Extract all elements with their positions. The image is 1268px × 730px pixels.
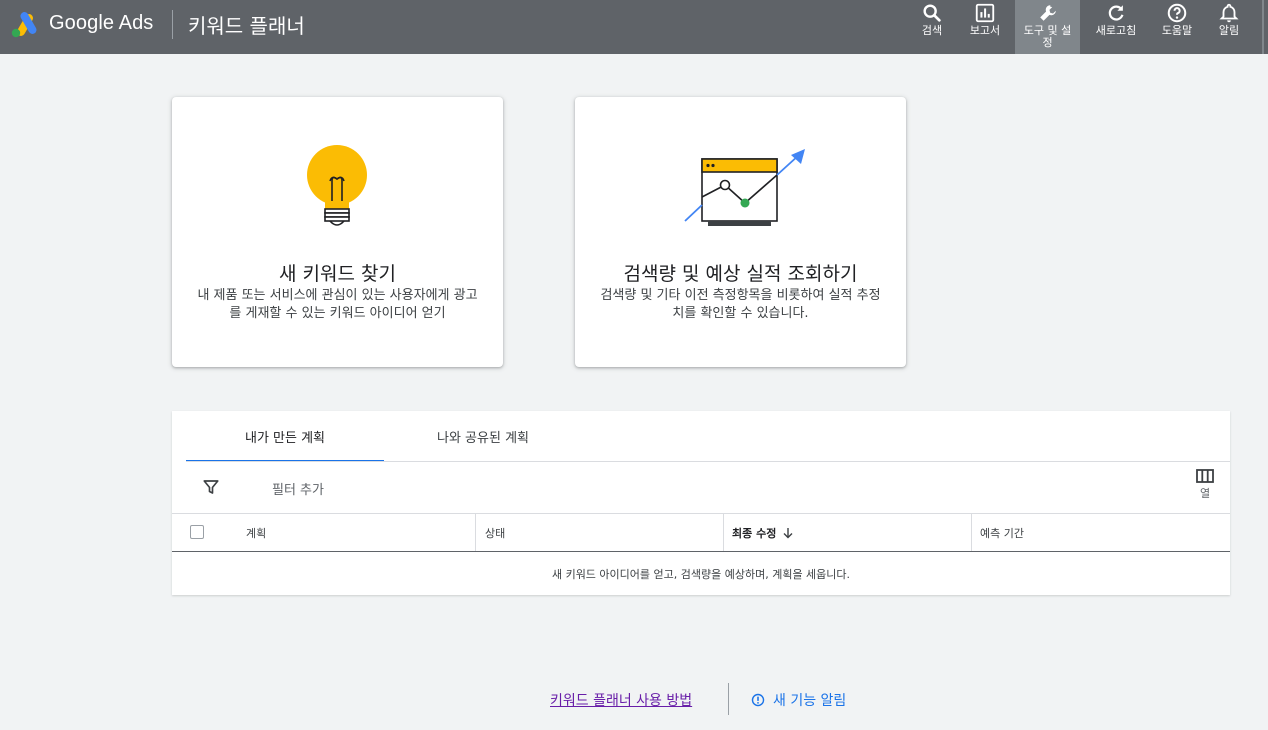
header-notifications-button[interactable]: 알림 (1211, 0, 1247, 54)
top-bar: Google Ads 키워드 플래너 검색 보고서 도구 및 설정 새로고침 도… (0, 0, 1268, 54)
discover-keywords-description: 내 제품 또는 서비스에 관심이 있는 사용자에게 광고를 게재할 수 있는 키… (197, 288, 478, 321)
sort-descending-icon (783, 527, 793, 538)
footer-divider (728, 683, 729, 715)
filter-icon[interactable] (202, 478, 220, 496)
table-header-row: 계획 상태 최종 수정 예측 기간 (172, 514, 1230, 552)
tab-my-plans[interactable]: 내가 만든 계획 (186, 411, 384, 462)
header-help-button[interactable]: 도움말 (1156, 0, 1198, 54)
forecast-volume-description: 검색량 및 기타 이전 측정항목을 비롯하여 실적 추정치를 확인할 수 있습니… (600, 288, 881, 321)
column-header-status[interactable]: 상태 (477, 514, 505, 551)
columns-icon (1196, 469, 1214, 483)
header-reports-button[interactable]: 보고서 (962, 0, 1008, 54)
whats-new-link[interactable]: 새 기능 알림 (751, 690, 846, 710)
last-modified-label: 최종 수정 (732, 526, 777, 540)
wrench-icon (1039, 5, 1056, 21)
how-to-use-link[interactable]: 키워드 플래너 사용 방법 (550, 690, 692, 710)
brand-name: Google Ads (49, 12, 154, 34)
column-header-forecast-period[interactable]: 예측 기간 (972, 514, 1024, 551)
header-search-label: 검색 (921, 24, 943, 37)
header-notifications-label: 알림 (1218, 24, 1240, 37)
google-ads-logo-icon[interactable] (10, 12, 40, 38)
header-tools-label: 도구 및 설정 (1023, 24, 1072, 49)
column-header-plan[interactable]: 계획 (238, 514, 266, 551)
column-separator (475, 514, 476, 551)
new-feature-icon (751, 693, 765, 707)
plans-panel: 내가 만든 계획 나와 공유된 계획 필터 추가 열 계획 상태 최종 수정 예… (172, 411, 1230, 595)
header-refresh-button[interactable]: 새로고침 (1090, 0, 1142, 54)
header-edge (1262, 0, 1264, 54)
columns-button[interactable]: 열 (1192, 469, 1218, 507)
header-tools-button[interactable]: 도구 및 설정 (1015, 0, 1080, 54)
add-filter-button[interactable]: 필터 추가 (272, 479, 324, 498)
forecast-volume-card[interactable]: 검색량 및 예상 실적 조회하기 검색량 및 기타 이전 측정항목을 비롯하여 … (575, 97, 906, 367)
reports-icon (975, 3, 995, 23)
tab-shared-plans[interactable]: 나와 공유된 계획 (384, 411, 582, 462)
column-header-last-modified[interactable]: 최종 수정 (724, 514, 794, 551)
page-title: 키워드 플래너 (188, 14, 305, 38)
search-icon (923, 4, 941, 22)
help-icon (1167, 3, 1187, 23)
trend-chart-icon (684, 149, 805, 226)
select-all-checkbox[interactable] (190, 525, 204, 539)
discover-keywords-title: 새 키워드 찾기 (279, 263, 396, 285)
discover-keywords-card[interactable]: 새 키워드 찾기 내 제품 또는 서비스에 관심이 있는 사용자에게 광고를 게… (172, 97, 503, 367)
bell-icon (1219, 3, 1239, 23)
empty-table-message: 새 키워드 아이디어를 얻고, 검색량을 예상하며, 계획을 세웁니다. (551, 568, 851, 581)
header-divider (172, 10, 173, 39)
forecast-volume-title: 검색량 및 예상 실적 조회하기 (623, 263, 858, 285)
whats-new-label: 새 기능 알림 (773, 693, 847, 709)
lightbulb-icon (307, 145, 367, 226)
tabs-divider (186, 461, 1230, 462)
header-search-button[interactable]: 검색 (914, 0, 950, 54)
header-reports-label: 보고서 (969, 24, 1001, 37)
refresh-icon (1108, 5, 1124, 21)
columns-label: 열 (1199, 487, 1211, 500)
header-help-label: 도움말 (1161, 24, 1193, 37)
header-refresh-label: 새로고침 (1095, 24, 1137, 37)
